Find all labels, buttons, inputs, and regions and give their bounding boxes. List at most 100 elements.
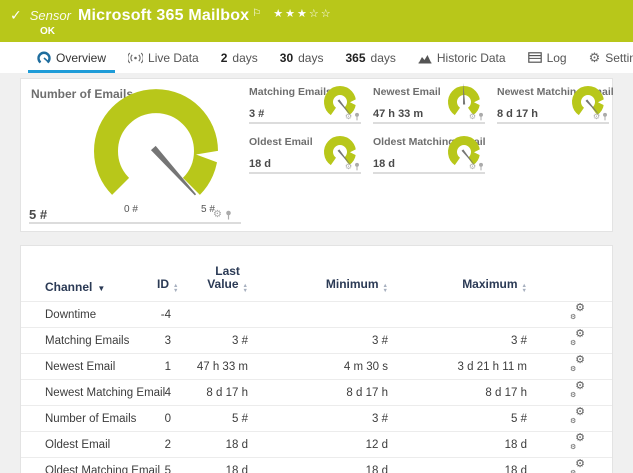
gear-icon[interactable]: ⚙: [593, 112, 600, 121]
cell-maximum: 3 d 21 h 11 m: [457, 360, 527, 373]
cell-minimum: 4 m 30 s: [343, 360, 388, 373]
tab-historic-data[interactable]: Historic Data: [407, 42, 517, 73]
cell-maximum: 18 d: [504, 438, 527, 451]
sensor-title: Microsoft 365 Mailbox: [77, 7, 250, 24]
cell-last-value: 5 #: [232, 412, 248, 425]
channel-settings-icon[interactable]: ⚙⚙: [570, 329, 585, 348]
cell-last-value: 3 #: [232, 334, 248, 347]
pin-icon[interactable]: [225, 210, 232, 220]
cell-maximum: 3 #: [511, 334, 527, 347]
table-row[interactable]: Oldest Email 2 18 d 12 d 18 d ⚙ ⚙: [21, 431, 612, 457]
cell-minimum: 3 #: [372, 412, 388, 425]
column-header-channel[interactable]: Channel ▼: [45, 280, 157, 294]
mini-gauge-cell: Matching Emails 3 # ⚙: [249, 86, 361, 124]
table-row[interactable]: Number of Emails 0 5 # 3 # 5 # ⚙ ⚙: [21, 405, 612, 431]
channel-settings-icon[interactable]: ⚙⚙: [570, 433, 585, 452]
main-gauge: [94, 89, 220, 196]
mini-gauge-row-2: Oldest Email 18 d ⚙ Oldest Matching Emai…: [249, 136, 497, 174]
divider: [29, 222, 241, 224]
channel-settings-icon[interactable]: ⚙⚙: [570, 381, 585, 400]
mini-gauge-value: 18 d: [249, 158, 272, 170]
channel-settings-icon[interactable]: ⚙⚙: [570, 407, 585, 426]
table-row[interactable]: Newest Matching Email 4 8 d 17 h 8 d 17 …: [21, 379, 612, 405]
mini-gauge-value: 18 d: [373, 158, 396, 170]
mini-gauge-title: Newest Email: [373, 86, 441, 98]
channel-settings-icon[interactable]: ⚙⚙: [570, 303, 585, 322]
cell-channel: Matching Emails: [45, 334, 130, 347]
tab-live-data[interactable]: Live Data: [117, 42, 210, 73]
pin-icon[interactable]: [478, 162, 484, 171]
mini-gauge-value: 47 h 33 m: [373, 108, 424, 120]
log-icon: [527, 52, 542, 63]
mini-gauge-value: 8 d 17 h: [497, 108, 538, 120]
status-check-icon: ✓: [10, 7, 22, 23]
prtg-sensor-page: ✓ Sensor Microsoft 365 Mailbox ⚐ ★★★☆☆ O…: [0, 0, 633, 473]
cell-maximum: 8 d 17 h: [485, 386, 527, 399]
gear-icon[interactable]: ⚙: [345, 112, 352, 121]
gear-icon[interactable]: ⚙: [469, 162, 476, 171]
mini-gauge-value: 3 #: [249, 108, 265, 120]
main-gauge-value: 5 #: [29, 207, 48, 222]
cell-id: 2: [164, 438, 171, 451]
chart-icon: [418, 54, 432, 63]
pin-icon[interactable]: [602, 112, 608, 121]
channel-settings-icon[interactable]: ⚙⚙: [570, 355, 585, 374]
cell-channel: Oldest Matching Email: [45, 464, 161, 473]
tab-log[interactable]: Log: [517, 42, 578, 73]
status-badge: OK: [40, 26, 55, 37]
gauges-panel: Number of Emails 0 # 5 # 5 # ⚙ Matching …: [20, 78, 614, 232]
tab-365-days[interactable]: 365 days: [334, 42, 406, 73]
column-header-minimum[interactable]: Minimum ▲ ▼: [248, 277, 388, 294]
mini-gauge-cell: Newest Email 47 h 33 m ⚙: [373, 83, 485, 124]
cell-channel: Newest Email: [45, 360, 116, 373]
cell-last-value: 8 d 17 h: [206, 386, 248, 399]
cell-maximum: 5 #: [511, 412, 527, 425]
sort-caret-icon: ▼: [97, 284, 106, 293]
column-header-maximum[interactable]: Maximum ▲ ▼: [388, 277, 527, 294]
sort-icon: ▲ ▼: [521, 283, 527, 294]
pin-icon[interactable]: [478, 112, 484, 121]
cell-channel: Number of Emails: [45, 412, 137, 425]
gauge-icon: [37, 51, 51, 63]
mini-gauge-cell: Oldest Matching Email 18 d ⚙: [373, 136, 486, 174]
cell-minimum: 3 #: [372, 334, 388, 347]
cell-channel: Newest Matching Email: [45, 386, 166, 399]
cell-channel: Downtime: [45, 308, 97, 321]
pin-icon[interactable]: [354, 162, 360, 171]
cell-id: 5: [164, 464, 171, 473]
table-body: Downtime -4 ⚙ ⚙ Matching Emails 3 3 # 3 #…: [21, 301, 612, 473]
channel-settings-icon[interactable]: ⚙⚙: [570, 459, 585, 473]
pin-icon[interactable]: [354, 112, 360, 121]
table-row[interactable]: Newest Email 1 47 h 33 m 4 m 30 s 3 d 21…: [21, 353, 612, 379]
priority-stars[interactable]: ★★★☆☆: [273, 7, 332, 20]
table-row[interactable]: Oldest Matching Email 5 18 d 18 d 18 d ⚙…: [21, 457, 612, 473]
settings-gear-icon: ⚙: [588, 50, 601, 65]
mini-gauge-cell: Newest Matching Email 8 d 17 h ⚙: [497, 86, 614, 124]
table-row[interactable]: Matching Emails 3 3 # 3 # 3 # ⚙ ⚙: [21, 327, 612, 353]
antenna-icon: [128, 52, 144, 63]
gear-icon[interactable]: ⚙: [345, 162, 352, 171]
table-header-row: Channel ▼ ID ▲ ▼ Last Value ▲ ▼ Minimum ▲ ▼ Maxi…: [21, 246, 612, 301]
cell-id: 4: [164, 386, 171, 399]
column-header-id[interactable]: ID ▲ ▼: [157, 277, 178, 294]
flag-icon[interactable]: ⚐: [252, 8, 261, 19]
gear-icon[interactable]: ⚙: [213, 210, 222, 220]
mini-gauge-title: Oldest Email: [249, 136, 313, 148]
cell-id: 0: [164, 412, 171, 425]
tab-2-days[interactable]: 2 days: [210, 42, 269, 73]
cell-minimum: 8 d 17 h: [346, 386, 388, 399]
table-row[interactable]: Downtime -4 ⚙ ⚙: [21, 301, 612, 327]
tab-settings[interactable]: ⚙ Settings: [578, 42, 633, 73]
column-header-last-value[interactable]: Last Value ▲ ▼: [171, 265, 248, 294]
tab-bar: Overview Live Data 2 days 30 days 365 days …: [0, 42, 633, 73]
tab-30-days[interactable]: 30 days: [269, 42, 335, 73]
sensor-header: ✓ Sensor Microsoft 365 Mailbox ⚐ ★★★☆☆ O…: [0, 0, 633, 42]
gear-icon[interactable]: ⚙: [469, 112, 476, 121]
tab-overview[interactable]: Overview: [26, 42, 117, 73]
mini-gauge-row-1: Matching Emails 3 # ⚙ Newest Email 47 h …: [249, 83, 621, 124]
sensor-type-label: Sensor: [29, 8, 71, 23]
cell-id: 3: [164, 334, 171, 347]
cell-minimum: 18 d: [365, 464, 388, 473]
cell-minimum: 12 d: [365, 438, 388, 451]
mini-gauge-cell: Oldest Email 18 d ⚙: [249, 136, 361, 174]
